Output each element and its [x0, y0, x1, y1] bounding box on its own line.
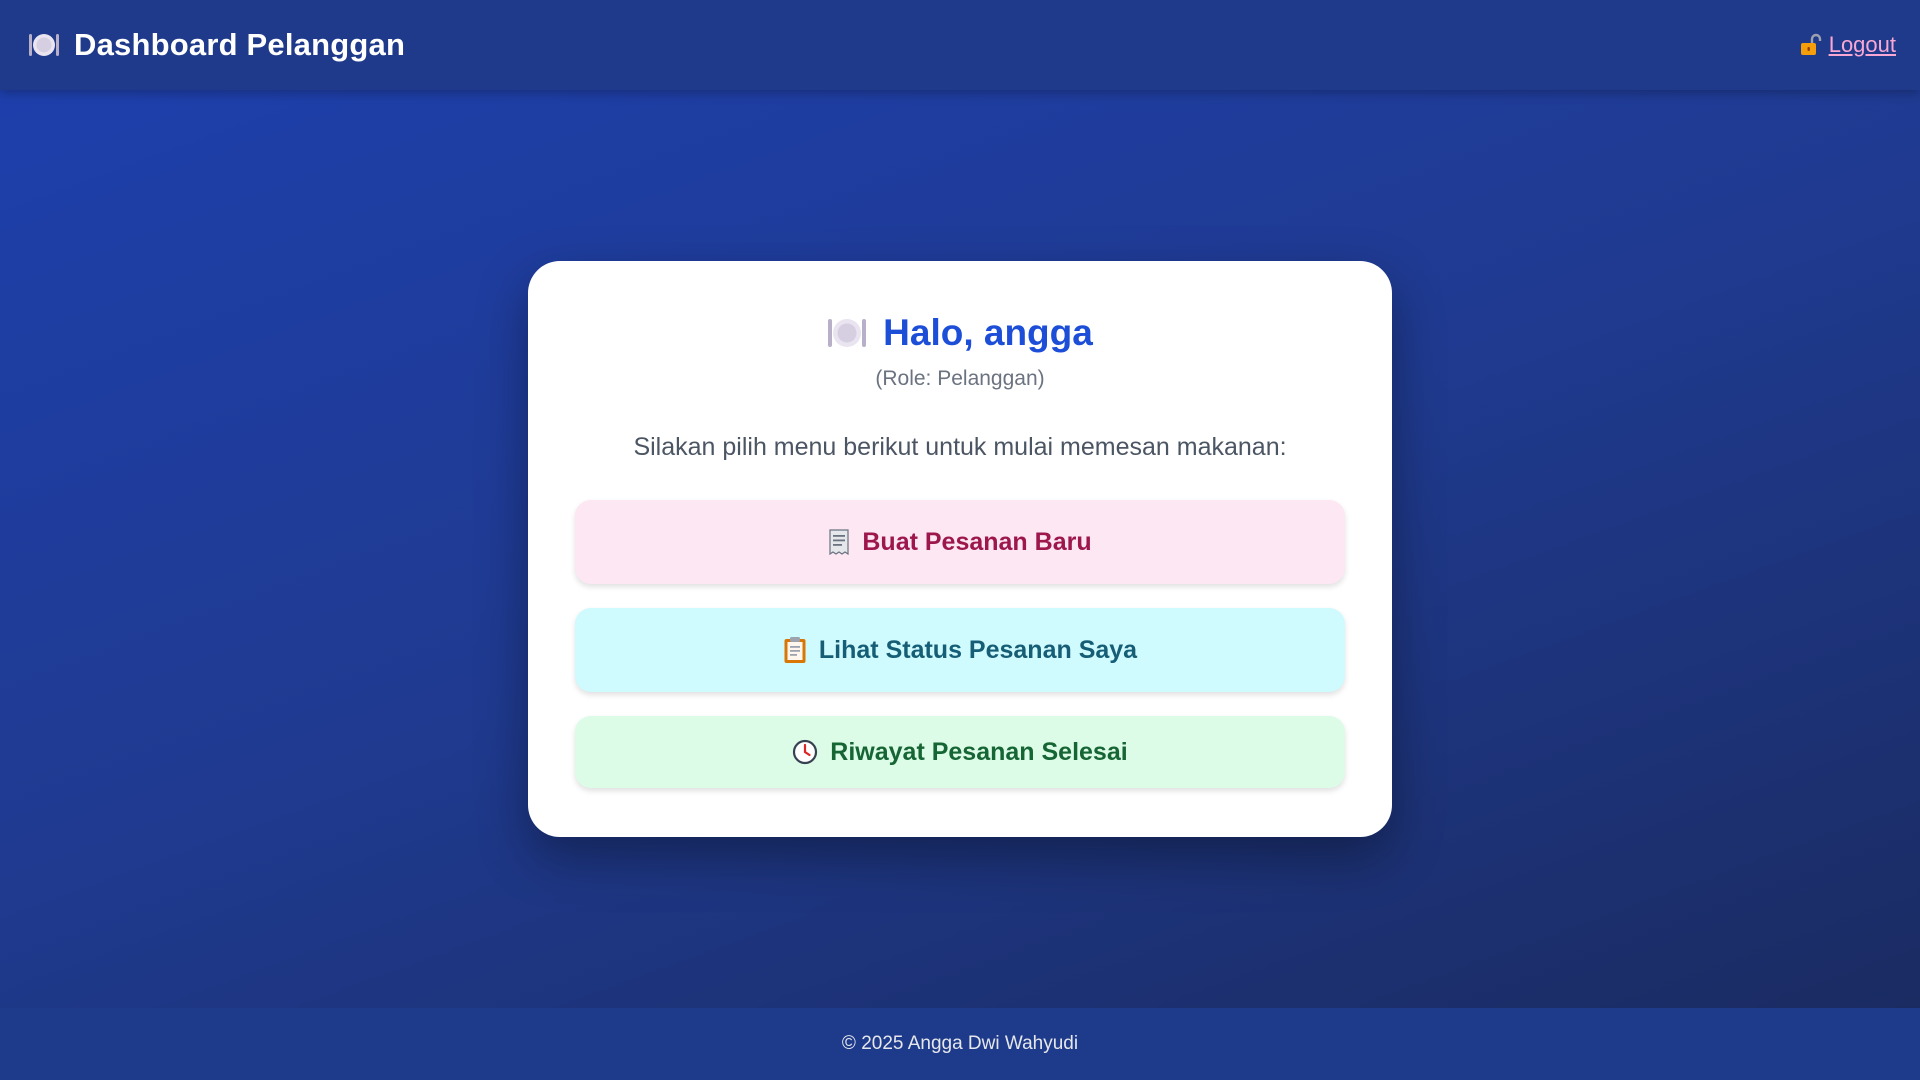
order-status-button[interactable]: Lihat Status Pesanan Saya: [575, 608, 1345, 692]
user-role: (Role: Pelanggan): [875, 367, 1045, 390]
new-order-label: Buat Pesanan Baru: [862, 527, 1092, 556]
order-status-label: Lihat Status Pesanan Saya: [818, 635, 1138, 664]
receipt-icon: [828, 529, 850, 555]
top-navbar: Dashboard Pelanggan Logout: [0, 0, 1920, 90]
page-title: Dashboard Pelanggan: [74, 27, 406, 62]
logout-link[interactable]: Logout: [1799, 32, 1896, 58]
clipboard-icon: [783, 636, 807, 664]
logout-label: Logout: [1828, 32, 1896, 57]
unlocked-padlock-icon: [1799, 33, 1823, 57]
greeting-text: Halo, angga: [883, 312, 1093, 353]
plate-icon: [827, 316, 867, 350]
greeting: Halo, angga: [575, 309, 1345, 357]
intro-text: Silakan pilih menu berikut untuk mulai m…: [633, 433, 1287, 461]
plate-icon: [28, 31, 60, 59]
footer: © 2025 Angga Dwi Wahyudi: [0, 1008, 1920, 1080]
welcome-card: Halo, angga (Role: Pelanggan) Silakan pi…: [528, 261, 1392, 837]
copyright-text: © 2025 Angga Dwi Wahyudi: [841, 1033, 1079, 1054]
order-history-label: Riwayat Pesanan Selesai: [830, 737, 1128, 766]
new-order-button[interactable]: Buat Pesanan Baru: [575, 500, 1345, 584]
brand: Dashboard Pelanggan: [28, 27, 405, 63]
clock-icon: [792, 739, 818, 765]
order-history-button[interactable]: Riwayat Pesanan Selesai: [575, 716, 1345, 788]
